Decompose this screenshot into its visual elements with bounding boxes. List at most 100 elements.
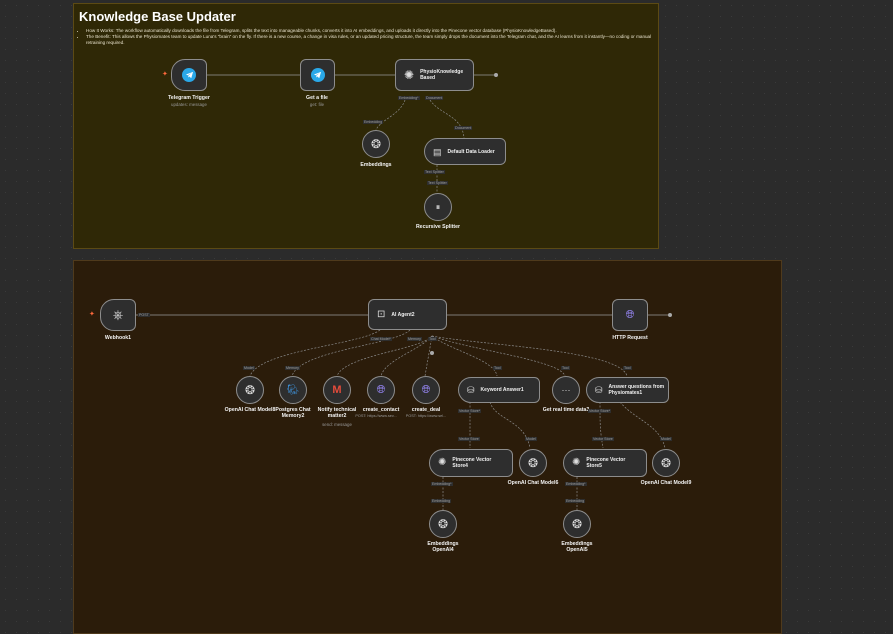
label-embeddings: Embeddings xyxy=(360,162,392,168)
webhook-icon: ⎈ xyxy=(112,307,124,322)
tool-handle[interactable] xyxy=(430,351,434,355)
wire-agent-realtime xyxy=(431,335,566,377)
port-embedding-5: Embedding xyxy=(565,499,586,503)
node-answer-questions[interactable]: ⛁ Answer questions from Physiomates1 xyxy=(586,377,669,403)
label-pinecone-store4: Pinecone Vector Store4 xyxy=(452,457,492,469)
node-pinecone-store4[interactable]: ✺ Pinecone Vector Store4 xyxy=(429,449,513,477)
port-vs-in-5: Vector Store xyxy=(592,437,614,441)
document-icon: ▤ xyxy=(433,146,442,157)
wire-agent-deal xyxy=(424,335,433,377)
node-openai-chat-model8[interactable]: ❂ xyxy=(236,376,264,404)
port-tool: Tool xyxy=(428,337,437,341)
node-http-request[interactable]: 🌐︎ xyxy=(612,299,648,331)
port-vector-store-4: Vector Store* xyxy=(458,409,482,413)
database-icon: ⛁ xyxy=(467,385,475,395)
node-recursive-splitter[interactable]: ⏸ xyxy=(424,193,452,221)
label-physio-store: PhysioKnowledgeBased xyxy=(420,69,464,81)
splitter-icon: ⏸ xyxy=(435,202,441,212)
node-create-deal[interactable]: 🌐︎ xyxy=(412,376,440,404)
wire-store-embeddings xyxy=(375,99,406,131)
port-model-in-9: Model xyxy=(660,437,672,441)
node-embeddings[interactable]: ❂ xyxy=(362,130,390,158)
wire-agent-keyword xyxy=(431,335,498,377)
label-webhook: Webhook1 xyxy=(104,335,132,341)
label-postgres-memory: Postgres Chat Memory2 xyxy=(275,407,311,419)
node-openai-chat-model6[interactable]: ❂ xyxy=(519,449,547,477)
node-embeddings-openai5[interactable]: ❂ xyxy=(563,510,591,538)
label-openai-chat-model9: OpenAI Chat Model9 xyxy=(640,480,692,486)
node-notify-technical[interactable]: M xyxy=(323,376,351,404)
gmail-icon: M xyxy=(332,384,342,396)
port-vs-in-4: Vector Store xyxy=(458,437,480,441)
pinecone-icon: ✺ xyxy=(404,68,415,82)
openai-icon: ❂ xyxy=(527,456,539,470)
port-chat-model: Chat Model* xyxy=(370,337,392,341)
postgres-icon: 🐘︎ xyxy=(286,384,300,396)
port-document: Document xyxy=(425,96,444,100)
label-data-loader: Default Data Loader xyxy=(447,148,495,155)
telegram-icon xyxy=(310,68,325,82)
label-recursive-splitter: Recursive Splitter xyxy=(415,224,461,230)
wire-agent-contact xyxy=(380,335,433,377)
node-postgres-memory[interactable]: 🐘︎ xyxy=(279,376,307,404)
sub-get-file: get: file xyxy=(309,102,325,107)
sub-create-contact: POST: https://www.sev... xyxy=(355,414,397,418)
label-openai-chat-model6: OpenAI Chat Model6 xyxy=(507,480,559,486)
openai-icon: ❂ xyxy=(660,456,672,470)
more-icon: ··· xyxy=(561,385,571,395)
database-icon: ⛁ xyxy=(595,385,603,395)
node-ai-agent[interactable]: ⊡ AI Agent2 xyxy=(368,299,447,330)
node-default-data-loader[interactable]: ▤ Default Data Loader xyxy=(424,138,506,165)
port-embedding-4: Embedding xyxy=(431,499,452,503)
port-tool-answer: Tool xyxy=(623,366,632,370)
port-model-in-6: Model xyxy=(525,437,537,441)
port-tool-keyword: Tool xyxy=(493,366,502,370)
port-embedding-star: Embedding* xyxy=(398,96,420,100)
node-get-file[interactable] xyxy=(300,59,335,91)
port-memory-2: Memory xyxy=(285,366,300,370)
trigger-bolt-icon: ✦ xyxy=(162,71,168,78)
port-text-splitter: Text Splitter xyxy=(424,170,445,174)
wire-agent-answer xyxy=(431,335,628,377)
port-document-loader: Document xyxy=(454,126,473,130)
openai-icon: ❂ xyxy=(370,137,382,151)
label-keyword-answer: Keyword Answer1 xyxy=(480,387,524,393)
telegram-icon xyxy=(182,68,196,82)
openai-icon: ❂ xyxy=(244,383,256,397)
node-telegram-trigger[interactable] xyxy=(171,59,207,91)
output-handle[interactable] xyxy=(494,73,498,77)
sub-notify-technical: send: message xyxy=(322,422,352,427)
label-pinecone-store5: Pinecone Vector Store5 xyxy=(586,457,626,469)
node-get-real-time-data[interactable]: ··· xyxy=(552,376,580,404)
sub-create-deal: POST: https://www.sel... xyxy=(405,414,447,418)
label-get-file: Get a file xyxy=(306,95,328,101)
node-physio-vector-store[interactable]: ✺ PhysioKnowledgeBased xyxy=(395,59,474,91)
globe-icon: 🌐︎ xyxy=(421,383,431,396)
label-ai-agent: AI Agent2 xyxy=(391,311,415,318)
globe-icon: 🌐︎ xyxy=(376,383,386,396)
label-create-deal: create_deal xyxy=(411,407,441,413)
label-answer-questions: Answer questions from Physiomates1 xyxy=(608,384,665,396)
node-keyword-answer[interactable]: ⛁ Keyword Answer1 xyxy=(458,377,540,403)
node-embeddings-openai4[interactable]: ❂ xyxy=(429,510,457,538)
port-vector-store-5: Vector Store* xyxy=(588,409,612,413)
label-create-contact: create_contact xyxy=(362,407,400,413)
port-embedding: Embedding xyxy=(363,120,384,124)
node-pinecone-store5[interactable]: ✺ Pinecone Vector Store5 xyxy=(563,449,647,477)
wire-agent-notify xyxy=(336,335,433,377)
globe-icon: 🌐︎ xyxy=(625,308,635,321)
node-create-contact[interactable]: 🌐︎ xyxy=(367,376,395,404)
port-text-splitter-in: Text Splitter xyxy=(427,181,448,185)
node-openai-chat-model9[interactable]: ❂ xyxy=(652,449,680,477)
port-tool-realtime: Tool xyxy=(561,366,570,370)
robot-icon: ⊡ xyxy=(377,308,386,320)
wire-agent-model8 xyxy=(249,329,381,377)
label-embeddings-openai4: Embeddings OpenAI4 xyxy=(427,541,459,553)
port-embedding-star-5: Embedding* xyxy=(565,482,587,486)
node-webhook[interactable]: ⎈ xyxy=(100,299,136,331)
http-output-handle[interactable] xyxy=(668,313,672,317)
label-embeddings-openai5: Embeddings OpenAI5 xyxy=(561,541,593,553)
openai-icon: ❂ xyxy=(437,517,449,531)
port-post: POST xyxy=(138,313,150,317)
wire-store5-model9 xyxy=(619,401,666,449)
